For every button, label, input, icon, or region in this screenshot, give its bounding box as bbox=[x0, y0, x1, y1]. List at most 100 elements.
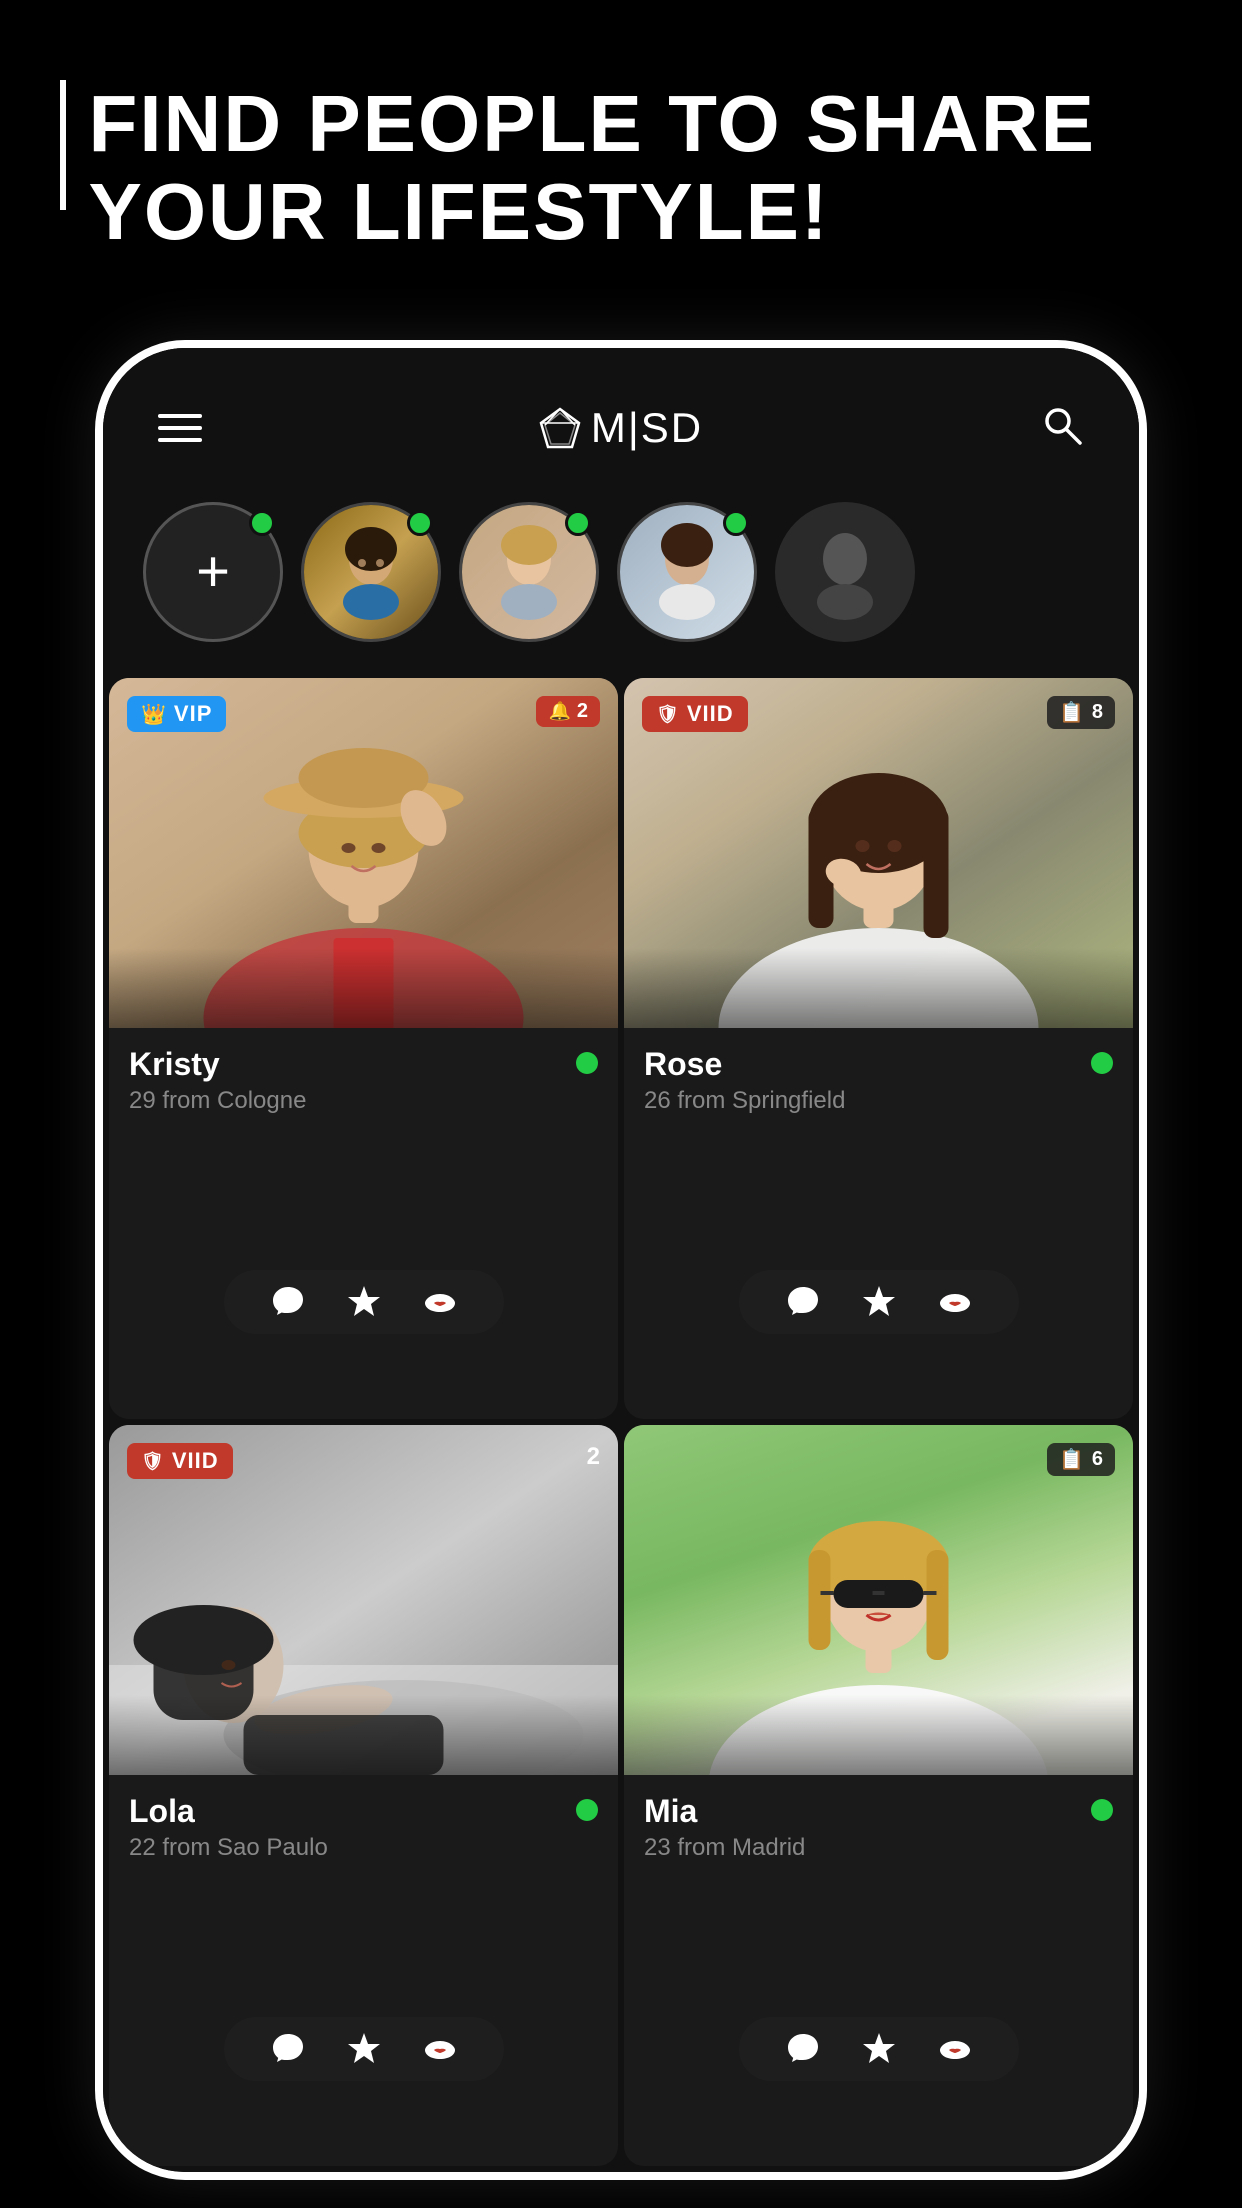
chat-icon-mia bbox=[785, 2031, 821, 2067]
profile-name-mia: Mia bbox=[644, 1793, 805, 1830]
doc-icon-rose: 📋 bbox=[1059, 700, 1084, 725]
story-online-dot-add bbox=[249, 510, 275, 536]
star-icon-kristy bbox=[346, 1284, 382, 1320]
action-bar-kristy bbox=[224, 1270, 504, 1334]
story-item-1[interactable] bbox=[301, 502, 441, 642]
shield-icon-rose: 🛡 bbox=[656, 704, 680, 725]
chat-button-mia[interactable] bbox=[785, 2031, 821, 2067]
star-button-rose[interactable] bbox=[861, 1284, 897, 1320]
card-image-mia bbox=[624, 1425, 1133, 1775]
photo-overlay-mia bbox=[624, 1695, 1133, 1775]
avatar-silhouette-1 bbox=[326, 517, 416, 627]
profile-card-lola[interactable]: 🛡 VIID 2 bbox=[109, 1425, 618, 2166]
story-item-4[interactable] bbox=[775, 502, 915, 642]
search-icon bbox=[1040, 403, 1084, 447]
online-status-lola bbox=[576, 1799, 598, 1821]
profile-info-lola: Lola 22 from Sao Paulo bbox=[109, 1775, 618, 1884]
lips-icon-lola bbox=[422, 2031, 458, 2067]
action-bar-rose bbox=[739, 1270, 1019, 1334]
star-icon-mia bbox=[861, 2031, 897, 2067]
notif-count-kristy: 2 bbox=[577, 700, 588, 723]
profile-card-rose[interactable]: 🛡 VIID 📋 8 bbox=[624, 678, 1133, 1419]
tagline-text: FIND PEOPLE TO SHARE YOUR LIFESTYLE! bbox=[88, 80, 1096, 256]
add-story-button[interactable]: + bbox=[143, 502, 283, 642]
app-logo: M|SD bbox=[539, 404, 703, 452]
bell-icon: 🔔 bbox=[548, 701, 570, 722]
viid-badge-rose: 🛡 VIID bbox=[642, 696, 748, 732]
lips-icon-kristy bbox=[422, 1284, 458, 1320]
crown-icon: 👑 bbox=[141, 702, 167, 727]
logo-diamond-icon bbox=[539, 407, 581, 449]
story-online-dot-1 bbox=[407, 510, 433, 536]
msg-count-mia: 6 bbox=[1092, 1448, 1103, 1471]
msg-badge-rose: 📋 8 bbox=[1047, 696, 1115, 729]
avatar-silhouette-3 bbox=[642, 517, 732, 627]
profile-info-kristy: Kristy 29 from Cologne bbox=[109, 1028, 618, 1137]
phone-frame: M|SD + bbox=[95, 340, 1147, 2180]
profile-location-rose: 26 from Springfield bbox=[644, 1087, 845, 1115]
profile-card-mia[interactable]: 📋 6 bbox=[624, 1425, 1133, 2166]
star-button-kristy[interactable] bbox=[346, 1284, 382, 1320]
star-button-mia[interactable] bbox=[861, 2031, 897, 2067]
action-bar-lola bbox=[224, 2017, 504, 2081]
app-header: M|SD bbox=[103, 348, 1139, 482]
shield-icon-lola: 🛡 bbox=[141, 1451, 165, 1472]
story-item-2[interactable] bbox=[459, 502, 599, 642]
story-item-3[interactable] bbox=[617, 502, 757, 642]
msg-badge-mia: 📋 6 bbox=[1047, 1443, 1115, 1476]
chat-button-rose[interactable] bbox=[785, 1284, 821, 1320]
lips-button-kristy[interactable] bbox=[422, 1284, 458, 1320]
add-icon: + bbox=[196, 543, 230, 601]
app-content: M|SD + bbox=[103, 348, 1139, 2172]
menu-line-3 bbox=[158, 438, 202, 442]
chat-button-lola[interactable] bbox=[270, 2031, 306, 2067]
star-button-lola[interactable] bbox=[346, 2031, 382, 2067]
menu-line-2 bbox=[158, 426, 202, 430]
notif-badge-kristy: 🔔 2 bbox=[536, 696, 600, 727]
profile-name-kristy: Kristy bbox=[129, 1046, 306, 1083]
search-button[interactable] bbox=[1040, 403, 1084, 452]
story-online-dot-3 bbox=[723, 510, 749, 536]
lips-button-rose[interactable] bbox=[937, 1284, 973, 1320]
action-bar-mia bbox=[739, 2017, 1019, 2081]
avatar-silhouette-2 bbox=[484, 517, 574, 627]
photo-overlay-rose bbox=[624, 948, 1133, 1028]
tagline-line2: YOUR LIFESTYLE! bbox=[88, 167, 829, 256]
lips-icon-rose bbox=[937, 1284, 973, 1320]
profile-location-lola: 22 from Sao Paulo bbox=[129, 1834, 328, 1862]
profile-location-mia: 23 from Madrid bbox=[644, 1834, 805, 1862]
msg-count-rose: 8 bbox=[1092, 701, 1103, 724]
photo-overlay-lola bbox=[109, 1695, 618, 1775]
chat-icon-kristy bbox=[270, 1284, 306, 1320]
menu-line-1 bbox=[158, 414, 202, 418]
profile-name-lola: Lola bbox=[129, 1793, 328, 1830]
avatar-silhouette-4 bbox=[800, 517, 890, 627]
online-status-mia bbox=[1091, 1799, 1113, 1821]
profile-card-kristy[interactable]: 👑 VIP 🔔 2 bbox=[109, 678, 618, 1419]
lips-button-lola[interactable] bbox=[422, 2031, 458, 2067]
tagline-block: FIND PEOPLE TO SHARE YOUR LIFESTYLE! bbox=[60, 80, 1182, 256]
doc-icon-mia: 📋 bbox=[1059, 1447, 1084, 1472]
profile-location-kristy: 29 from Cologne bbox=[129, 1087, 306, 1115]
star-icon-rose bbox=[861, 1284, 897, 1320]
msg-count-lola: 2 bbox=[587, 1443, 600, 1471]
online-status-rose bbox=[1091, 1052, 1113, 1074]
vip-label: VIP bbox=[174, 701, 212, 727]
viid-badge-lola: 🛡 VIID bbox=[127, 1443, 233, 1479]
viid-label-rose: VIID bbox=[687, 701, 734, 727]
online-status-kristy bbox=[576, 1052, 598, 1074]
profiles-grid: 👑 VIP 🔔 2 bbox=[103, 672, 1139, 2172]
story-circle-dark bbox=[775, 502, 915, 642]
profile-info-mia: Mia 23 from Madrid bbox=[624, 1775, 1133, 1884]
profile-info-rose: Rose 26 from Springfield bbox=[624, 1028, 1133, 1137]
viid-label-lola: VIID bbox=[172, 1448, 219, 1474]
chat-button-kristy[interactable] bbox=[270, 1284, 306, 1320]
profile-name-rose: Rose bbox=[644, 1046, 845, 1083]
tagline-line1: FIND PEOPLE TO SHARE bbox=[88, 79, 1096, 168]
lips-button-mia[interactable] bbox=[937, 2031, 973, 2067]
vip-badge-kristy: 👑 VIP bbox=[127, 696, 226, 732]
menu-button[interactable] bbox=[158, 414, 202, 442]
story-online-dot-2 bbox=[565, 510, 591, 536]
photo-overlay-kristy bbox=[109, 948, 618, 1028]
chat-icon-lola bbox=[270, 2031, 306, 2067]
